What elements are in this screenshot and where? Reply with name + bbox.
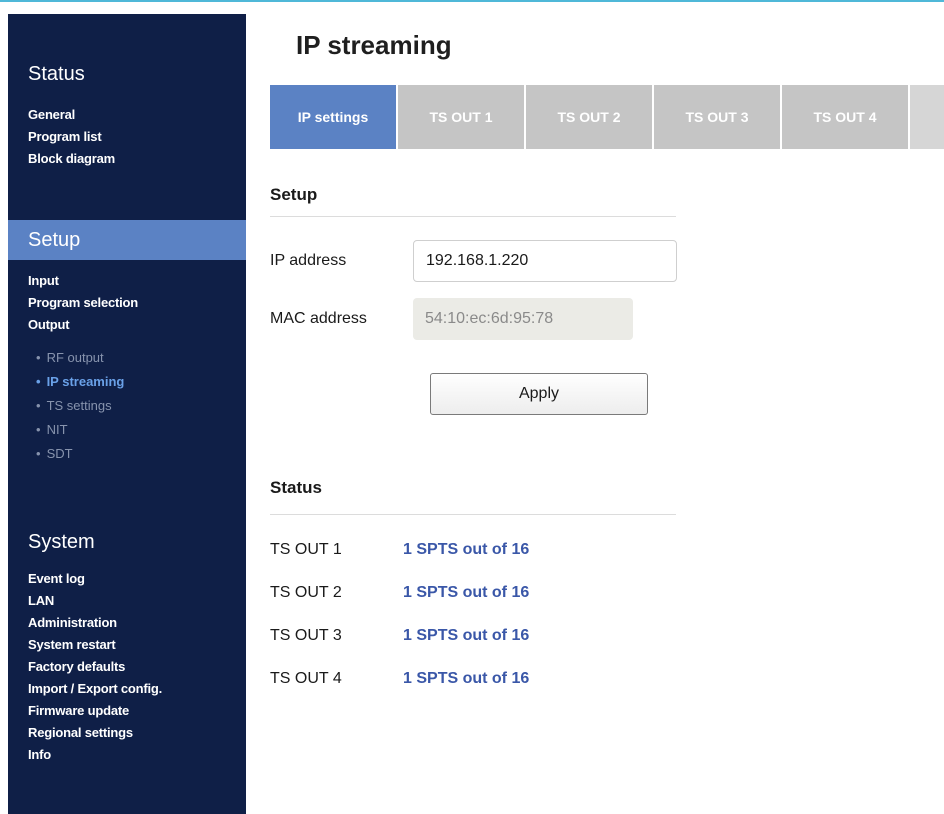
top-border: [0, 0, 944, 2]
status-row: TS OUT 2 1 SPTS out of 16: [270, 584, 670, 606]
sidebar-item-system-restart[interactable]: System restart: [28, 634, 243, 656]
sidebar-item-input[interactable]: Input: [28, 270, 243, 292]
status-output-value: 1 SPTS out of 16: [403, 670, 530, 687]
page-title: IP streaming: [296, 30, 452, 60]
sidebar-subitem-label: IP streaming: [46, 374, 125, 389]
sidebar-subitem-rf-output[interactable]: • RF output: [36, 346, 124, 370]
setup-section-title: Setup: [270, 185, 318, 204]
sidebar-subitem-label: SDT: [46, 446, 73, 461]
sidebar-item-import-export[interactable]: Import / Export config.: [28, 678, 243, 700]
sidebar-item-factory-defaults[interactable]: Factory defaults: [28, 656, 243, 678]
sidebar-item-block-diagram[interactable]: Block diagram: [28, 148, 243, 170]
setup-divider: [270, 216, 676, 217]
ip-address-label: IP address: [270, 252, 347, 269]
tab-ts-out-3[interactable]: TS OUT 3: [654, 85, 780, 149]
sidebar-item-general[interactable]: General: [28, 104, 243, 126]
sidebar-item-info[interactable]: Info: [28, 744, 243, 766]
bullet-icon: •: [36, 350, 41, 365]
status-section-title: Status: [270, 478, 322, 497]
tab-ts-out-2[interactable]: TS OUT 2: [526, 85, 652, 149]
bullet-icon: •: [36, 398, 41, 413]
sidebar-subitem-label: NIT: [46, 422, 68, 437]
status-row: TS OUT 3 1 SPTS out of 16: [270, 627, 670, 649]
sidebar-item-program-selection[interactable]: Program selection: [28, 292, 243, 314]
sidebar-output-sublist: • RF output • IP streaming • TS settings • N…: [36, 346, 124, 466]
sidebar-item-event-log[interactable]: Event log: [28, 568, 243, 590]
bullet-icon: •: [36, 422, 41, 437]
sidebar-heading-system: System: [28, 531, 95, 553]
ip-address-input[interactable]: [413, 240, 677, 282]
sidebar: Status General Program list Block diagra…: [8, 14, 246, 814]
sidebar-item-program-list[interactable]: Program list: [28, 126, 243, 148]
sidebar-subitem-label: TS settings: [46, 398, 112, 413]
tab-ts-out-1[interactable]: TS OUT 1: [398, 85, 524, 149]
apply-button[interactable]: Apply: [430, 373, 648, 415]
tab-bar: IP settings TS OUT 1 TS OUT 2 TS OUT 3 T…: [270, 85, 944, 149]
status-divider: [270, 514, 676, 515]
sidebar-subitem-nit[interactable]: • NIT: [36, 418, 124, 442]
status-output-value: 1 SPTS out of 16: [403, 541, 530, 558]
sidebar-subitem-sdt[interactable]: • SDT: [36, 442, 124, 466]
status-output-name: TS OUT 3: [270, 627, 342, 644]
sidebar-subitem-ts-settings[interactable]: • TS settings: [36, 394, 124, 418]
sidebar-item-regional-settings[interactable]: Regional settings: [28, 722, 243, 744]
sidebar-setup-list: Input Program selection Output: [28, 270, 243, 336]
status-output-value: 1 SPTS out of 16: [403, 627, 530, 644]
status-output-value: 1 SPTS out of 16: [403, 584, 530, 601]
tab-ip-settings[interactable]: IP settings: [270, 85, 396, 149]
sidebar-item-lan[interactable]: LAN: [28, 590, 243, 612]
status-row: TS OUT 4 1 SPTS out of 16: [270, 670, 670, 692]
sidebar-item-firmware-update[interactable]: Firmware update: [28, 700, 243, 722]
sidebar-heading-status: Status: [28, 63, 85, 85]
status-output-name: TS OUT 4: [270, 670, 342, 687]
sidebar-status-list: General Program list Block diagram: [28, 104, 243, 170]
sidebar-subitem-label: RF output: [46, 350, 104, 365]
status-output-name: TS OUT 2: [270, 584, 342, 601]
bullet-icon: •: [36, 446, 41, 461]
sidebar-item-administration[interactable]: Administration: [28, 612, 243, 634]
status-output-name: TS OUT 1: [270, 541, 342, 558]
status-row: TS OUT 1 1 SPTS out of 16: [270, 541, 670, 563]
sidebar-subitem-ip-streaming[interactable]: • IP streaming: [36, 370, 124, 394]
mac-address-field: [413, 298, 633, 340]
bullet-icon: •: [36, 374, 41, 389]
mac-address-label: MAC address: [270, 310, 367, 327]
sidebar-system-list: Event log LAN Administration System rest…: [28, 568, 243, 766]
tab-overflow: [910, 85, 944, 149]
sidebar-heading-setup[interactable]: Setup: [8, 220, 246, 260]
tab-ts-out-4[interactable]: TS OUT 4: [782, 85, 908, 149]
sidebar-item-output[interactable]: Output: [28, 314, 243, 336]
